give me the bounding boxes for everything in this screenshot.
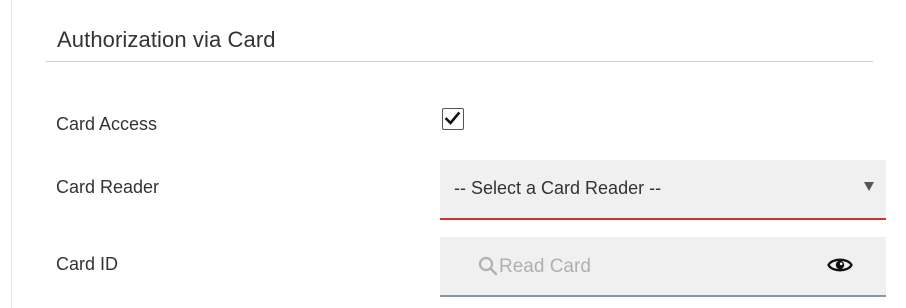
search-icon — [478, 256, 498, 276]
chevron-down-icon — [864, 182, 874, 191]
card-reader-label: Card Reader — [56, 177, 160, 197]
card-id-input[interactable] — [499, 247, 819, 287]
card-access-label: Card Access — [56, 114, 158, 134]
card-reader-selected-value: -- Select a Card Reader -- — [454, 178, 662, 198]
section-title: Authorization via Card — [57, 27, 276, 52]
card-id-field — [440, 237, 886, 297]
card-reader-select[interactable]: -- Select a Card Reader -- — [440, 160, 886, 220]
card-authorization-panel: Authorization via Card Card Access Card … — [0, 0, 906, 308]
section-divider — [46, 61, 873, 62]
checkmark-icon — [444, 111, 461, 125]
left-border — [11, 0, 12, 308]
eye-icon[interactable] — [827, 254, 853, 276]
card-id-label: Card ID — [56, 254, 119, 274]
card-access-checkbox[interactable] — [442, 108, 464, 130]
